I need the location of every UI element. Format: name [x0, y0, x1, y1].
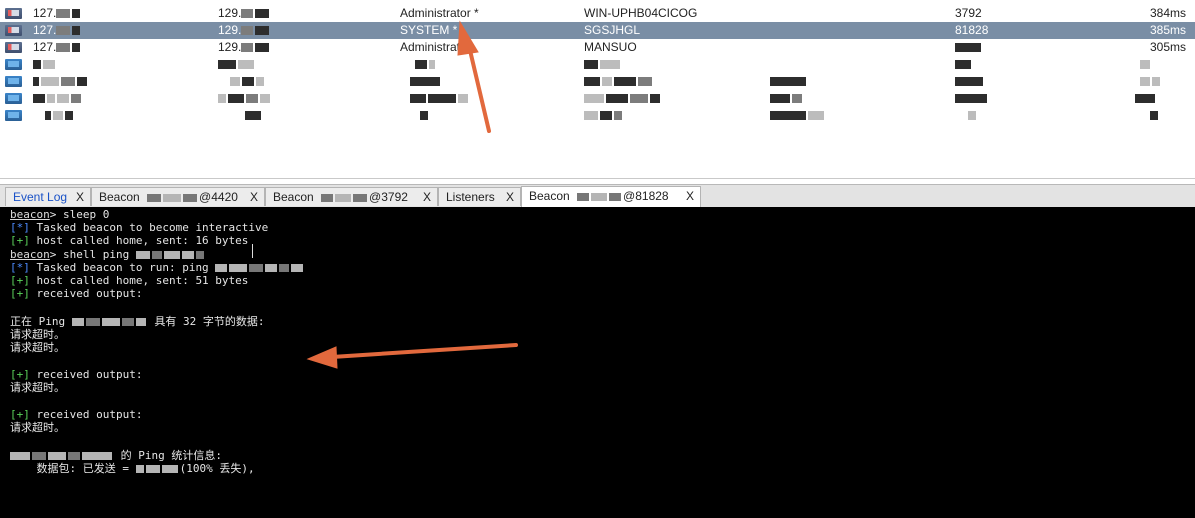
tab-pid: @3792 — [369, 190, 408, 204]
console-line: 请求超时。 — [10, 421, 65, 434]
beacon-external-ip: 129. — [218, 40, 242, 54]
tab-pid: @4420 — [199, 190, 238, 204]
console-line: 的 Ping 统计信息: — [10, 449, 222, 462]
monitor-icon — [5, 59, 23, 70]
console-prompt: beacon — [10, 248, 50, 261]
console-line: [*] Tasked beacon to become interactive — [10, 221, 269, 234]
beacon-external-ip: 129. — [218, 6, 242, 20]
console-line: 请求超时。 — [10, 341, 65, 354]
tab-beacon-4420[interactable]: Beacon @4420 X — [91, 187, 265, 206]
beacon-row-redacted[interactable] — [0, 73, 1195, 90]
console-line: beacon> shell ping — [10, 248, 206, 261]
console-line: 请求超时。 — [10, 381, 65, 394]
monitor-icon — [5, 110, 23, 121]
beacon-row-redacted[interactable] — [0, 107, 1195, 124]
monitor-icon — [5, 42, 23, 53]
beacon-row-selected[interactable]: 127. 129. SYSTEM * SGSJHGL 81828 385ms — [0, 22, 1195, 39]
beacon-row-redacted[interactable] — [0, 90, 1195, 107]
beacon-row[interactable]: 127. 129. Administrat MANSUO 305ms — [0, 39, 1195, 56]
text-cursor — [252, 244, 253, 258]
console-line: beacon> sleep 0 — [10, 208, 110, 221]
close-icon[interactable]: X — [76, 188, 84, 207]
beacon-internal-ip: 127. — [33, 6, 57, 20]
tab-label: Listeners — [446, 190, 495, 204]
beacon-console[interactable]: beacon> sleep 0 [*] Tasked beacon to bec… — [0, 207, 1195, 518]
close-icon[interactable]: X — [506, 188, 514, 207]
close-icon[interactable]: X — [686, 187, 694, 206]
close-icon[interactable]: X — [250, 188, 258, 207]
beacon-user: Administrat — [400, 40, 461, 54]
beacon-computer: SGSJHGL — [584, 23, 641, 37]
console-line: [+] received output: — [10, 368, 143, 381]
tab-label: Beacon — [529, 189, 570, 203]
beacon-pid: 3792 — [955, 6, 982, 20]
monitor-icon — [5, 25, 23, 36]
console-line: 数据包: 已发送 = (100% 丢失), — [10, 462, 255, 475]
console-line: [+] received output: — [10, 408, 143, 421]
beacon-internal-ip: 127. — [33, 23, 57, 37]
beacon-computer: WIN-UPHB04CICOG — [584, 6, 698, 20]
beacon-user: Administrator * — [400, 6, 479, 20]
beacon-internal-ip: 127. — [33, 40, 57, 54]
console-prompt: beacon — [10, 208, 50, 221]
beacon-external-ip: 129. — [218, 23, 242, 37]
beacon-computer: MANSUO — [584, 40, 637, 54]
console-line: [+] received output: — [10, 287, 143, 300]
tab-bar: Event Log X Beacon @4420 X Beacon @3792 … — [0, 184, 1195, 208]
beacon-last: 384ms — [1150, 6, 1187, 20]
tab-pid: @81828 — [623, 189, 669, 203]
beacon-table: 127. 129. Administrator * WIN-UPHB04CICO… — [0, 0, 1195, 179]
tab-label: Beacon — [99, 190, 140, 204]
tab-label: Beacon — [273, 190, 314, 204]
beacon-user: SYSTEM * — [400, 23, 458, 37]
monitor-icon — [5, 8, 23, 19]
console-line: 请求超时。 — [10, 328, 65, 341]
tab-event-log[interactable]: Event Log X — [5, 187, 91, 206]
monitor-icon — [5, 93, 23, 104]
beacon-row[interactable]: 127. 129. Administrator * WIN-UPHB04CICO… — [0, 5, 1195, 22]
tab-listeners[interactable]: Listeners X — [438, 187, 521, 206]
console-line: [+] host called home, sent: 16 bytes — [10, 234, 249, 247]
console-line: [+] host called home, sent: 51 bytes — [10, 274, 249, 287]
tab-beacon-3792[interactable]: Beacon @3792 X — [265, 187, 438, 206]
beacon-pid: 81828 — [955, 23, 989, 37]
console-line: [*] Tasked beacon to run: ping — [10, 261, 305, 274]
tab-beacon-81828[interactable]: Beacon @81828 X — [521, 186, 701, 207]
close-icon[interactable]: X — [423, 188, 431, 207]
beacon-last: 305ms — [1150, 40, 1187, 54]
beacon-row-redacted[interactable] — [0, 56, 1195, 73]
console-line: 正在 Ping 具有 32 字节的数据: — [10, 315, 265, 328]
monitor-icon — [5, 76, 23, 87]
beacon-last: 385ms — [1150, 23, 1187, 37]
